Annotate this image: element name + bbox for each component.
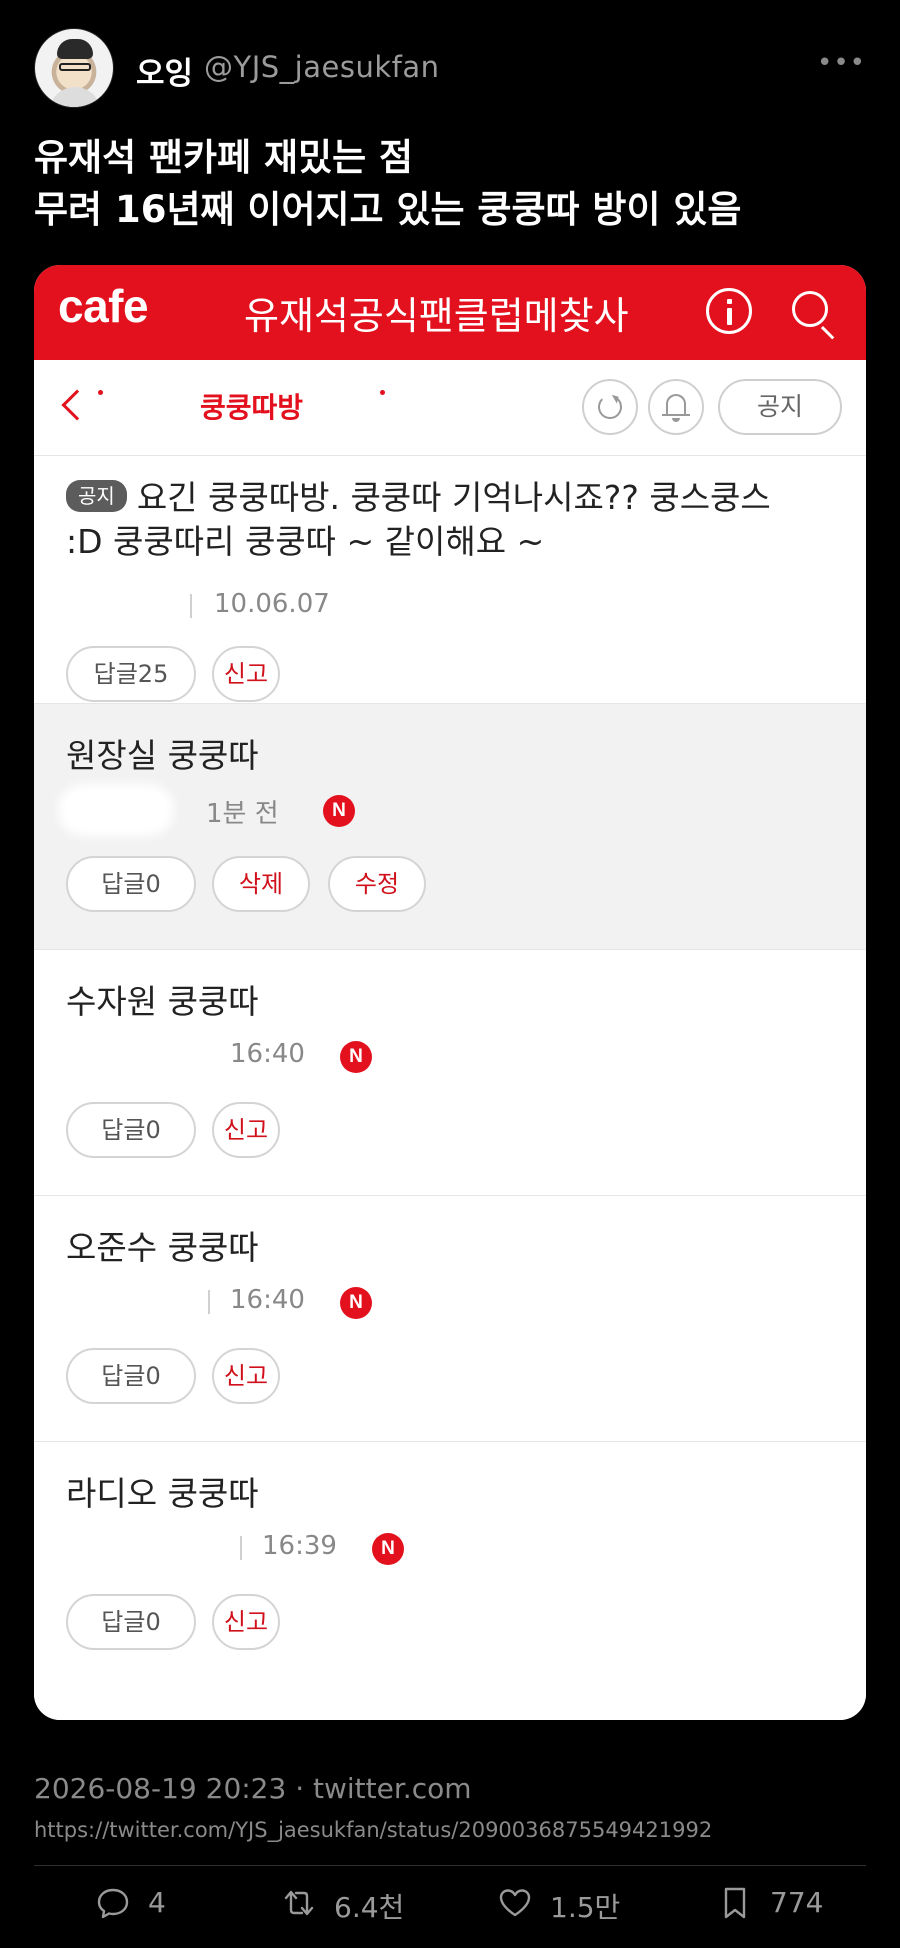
author-redacted	[66, 1284, 190, 1320]
like-count: 1.5만	[550, 1891, 621, 1924]
avatar-hair	[57, 39, 93, 59]
dot-decoration	[380, 390, 385, 395]
post-title-line: 요긴 쿵쿵따방. 쿵쿵따 기억나시죠?? 쿵스쿵스	[136, 478, 771, 517]
tweet-actions: 4 6.4천 1.5만 774	[34, 1880, 866, 1930]
reply-button: 답글25	[66, 646, 196, 702]
dot-decoration	[98, 390, 103, 395]
display-name[interactable]: 오잉	[136, 48, 193, 93]
list-item: 원장실 쿵쿵따 1분 전 N 답글0 삭제 수정	[34, 704, 866, 950]
reply-action[interactable]: 4	[96, 1880, 216, 1930]
notice-badge: 공지	[66, 479, 127, 512]
board-header: 쿵쿵따방 공지	[34, 360, 866, 456]
tweet-url[interactable]: https://twitter.com/YJS_jaesukfan/status…	[34, 1818, 712, 1842]
bookmark-icon	[724, 1887, 746, 1919]
retweet-icon	[284, 1890, 314, 1916]
retweet-count: 6.4천	[334, 1891, 405, 1924]
notice-button: 공지	[718, 379, 842, 435]
new-badge: N	[340, 1041, 372, 1073]
post-time: 16:40	[230, 1285, 305, 1315]
report-button: 신고	[212, 1594, 280, 1650]
cafe-logo: cafe	[58, 280, 149, 332]
reply-icon	[97, 1888, 129, 1919]
refresh-icon	[582, 379, 638, 435]
post-time: 16:40	[230, 1039, 305, 1069]
new-badge: N	[323, 795, 355, 827]
post-meta: 16:40 N	[66, 1282, 466, 1322]
cafe-screenshot: cafe 유재석공식팬클럽메찾사 쿵쿵따방 공지 공지요긴 쿵쿵따방. 쿵쿵따 …	[34, 265, 866, 1720]
post-meta: 1분 전 N	[66, 790, 466, 830]
divider	[208, 1290, 210, 1314]
info-icon	[706, 288, 752, 334]
report-button: 신고	[212, 646, 280, 702]
tweet-text-line-2: 무려 16년째 이어지고 있는 쿵쿵따 방이 있음	[34, 188, 742, 231]
search-icon	[792, 291, 828, 327]
board-name: 쿵쿵따방	[200, 391, 304, 424]
post-time: 1분 전	[206, 799, 279, 829]
tweet-timestamp[interactable]: 2026-08-19 20:23 · twitter.com	[34, 1772, 472, 1805]
divider	[34, 1865, 866, 1866]
author-redacted	[66, 588, 146, 624]
list-item: 공지 요긴 쿵쿵따방. 쿵쿵따 기억나시죠?? 쿵스쿵스 :D 쿵쿵따리 쿵쿵따 …	[34, 456, 866, 704]
list-item: 오준수 쿵쿵따 16:40 N 답글0 신고	[34, 1196, 866, 1442]
post-time: 10.06.07	[214, 589, 330, 619]
divider	[240, 1536, 242, 1560]
bookmark-action[interactable]: 774	[718, 1880, 858, 1930]
post-meta: 10.06.07	[66, 586, 466, 626]
bell-icon	[648, 379, 704, 435]
reply-button: 답글0	[66, 1594, 196, 1650]
post-actions: 답글0 신고	[66, 1348, 466, 1404]
tweet-text-line-1: 유재석 팬카페 재밌는 점	[34, 136, 414, 179]
avatar[interactable]	[34, 28, 114, 108]
avatar-shirt	[49, 87, 101, 107]
report-button: 신고	[212, 1348, 280, 1404]
post-meta: 16:40 N	[66, 1036, 466, 1076]
new-badge: N	[372, 1533, 404, 1565]
post-actions: 답글25 신고	[66, 646, 466, 702]
list-item: 수자원 쿵쿵따 16:40 N 답글0 신고	[34, 950, 866, 1196]
author-redacted	[66, 792, 166, 828]
author-redacted	[66, 1530, 222, 1566]
reply-button: 답글0	[66, 1102, 196, 1158]
tweet-header: 오잉 @YJS_jaesukfan •••	[34, 28, 866, 108]
author-redacted	[66, 1038, 200, 1074]
post-title: 라디오 쿵쿵따	[66, 1474, 259, 1513]
new-badge: N	[340, 1287, 372, 1319]
reply-button: 답글0	[66, 856, 196, 912]
post-title: 수자원 쿵쿵따	[66, 982, 259, 1021]
post-title-line: :D 쿵쿵따리 쿵쿵따 ~ 같이해요 ~	[66, 522, 545, 561]
tweet-text: 유재석 팬카페 재밌는 점 무려 16년째 이어지고 있는 쿵쿵따 방이 있음	[34, 132, 864, 236]
avatar-glasses	[59, 63, 91, 71]
post-actions: 답글0 삭제 수정	[66, 856, 466, 912]
post-meta: 16:39 N	[66, 1528, 466, 1568]
reply-count: 4	[148, 1886, 166, 1919]
bookmark-count: 774	[770, 1886, 824, 1919]
delete-button: 삭제	[212, 856, 310, 912]
reply-button: 답글0	[66, 1348, 196, 1404]
user-handle[interactable]: @YJS_jaesukfan	[204, 50, 440, 84]
post-title: 원장실 쿵쿵따	[66, 736, 259, 775]
post-actions: 답글0 신고	[66, 1102, 466, 1158]
heart-icon	[499, 1889, 531, 1917]
back-icon	[61, 389, 93, 421]
report-button: 신고	[212, 1102, 280, 1158]
post-title: 공지 요긴 쿵쿵따방. 쿵쿵따 기억나시죠?? 쿵스쿵스	[66, 476, 771, 520]
divider	[190, 594, 192, 618]
cafe-topbar: cafe 유재석공식팬클럽메찾사	[34, 265, 866, 360]
edit-button: 수정	[328, 856, 426, 912]
cafe-title: 유재석공식팬클럽메찾사	[244, 294, 629, 338]
list-item: 라디오 쿵쿵따 16:39 N 답글0 신고	[34, 1442, 866, 1720]
post-time: 16:39	[262, 1531, 337, 1561]
like-action[interactable]: 1.5만	[498, 1880, 638, 1930]
more-options-icon[interactable]: •••	[817, 48, 866, 78]
post-actions: 답글0 신고	[66, 1594, 466, 1650]
post-title: 오준수 쿵쿵따	[66, 1228, 259, 1267]
retweet-action[interactable]: 6.4천	[282, 1880, 422, 1930]
